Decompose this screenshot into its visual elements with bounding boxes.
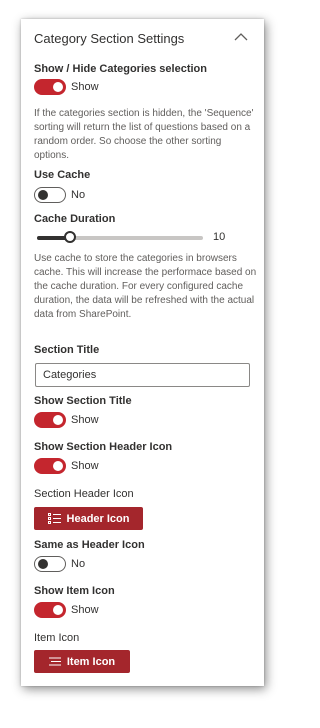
show-item-icon-label: Show Item Icon: [34, 585, 115, 597]
property-pane: Category Section Settings Show / Hide Ca…: [21, 19, 264, 686]
use-cache-toggle[interactable]: [34, 187, 66, 203]
toggle-knob: [53, 415, 63, 425]
header-icon-button-label: Header Icon: [66, 512, 130, 525]
toggle-knob: [53, 605, 63, 615]
show-hide-categories-state: Show: [71, 81, 99, 93]
use-cache-label: Use Cache: [34, 169, 91, 181]
same-as-header-icon-label: Same as Header Icon: [34, 539, 145, 551]
section-title-label: Section Title: [34, 344, 100, 356]
bulleted-list-icon: [47, 513, 61, 524]
same-as-header-icon-toggle[interactable]: [34, 556, 66, 572]
show-section-title-toggle[interactable]: [34, 412, 66, 428]
show-item-icon-state: Show: [71, 604, 99, 616]
cache-duration-slider-thumb[interactable]: [64, 231, 76, 243]
pane-group-title[interactable]: Category Section Settings: [34, 31, 184, 46]
toggle-knob: [53, 461, 63, 471]
categories-description: If the categories section is hidden, the…: [34, 108, 254, 161]
same-as-header-icon-state: No: [71, 558, 86, 570]
cache-description: Use cache to store the categories in bro…: [34, 253, 257, 320]
section-header-icon-label: Section Header Icon: [34, 488, 134, 500]
cache-duration-label: Cache Duration: [34, 213, 116, 225]
show-item-icon-toggle[interactable]: [34, 602, 66, 618]
lines-icon: [48, 657, 61, 666]
section-title-input[interactable]: [35, 363, 250, 387]
show-section-header-icon-toggle[interactable]: [34, 458, 66, 474]
use-cache-state: No: [71, 189, 86, 201]
show-section-header-icon-label: Show Section Header Icon: [34, 441, 173, 453]
header-icon-button[interactable]: Header Icon: [34, 507, 143, 530]
cache-duration-value: 10: [213, 231, 226, 243]
toggle-knob: [38, 559, 48, 569]
show-hide-categories-toggle[interactable]: [34, 79, 66, 95]
toggle-knob: [38, 190, 48, 200]
show-section-header-icon-state: Show: [71, 460, 99, 472]
toggle-knob: [53, 82, 63, 92]
show-section-title-state: Show: [71, 414, 99, 426]
show-section-title-label: Show Section Title: [34, 395, 132, 407]
chevron-up-icon[interactable]: [234, 32, 248, 42]
item-icon-button[interactable]: Item Icon: [34, 650, 130, 673]
item-icon-label: Item Icon: [34, 632, 80, 644]
show-hide-categories-label: Show / Hide Categories selection: [34, 63, 207, 75]
item-icon-button-label: Item Icon: [66, 655, 116, 668]
